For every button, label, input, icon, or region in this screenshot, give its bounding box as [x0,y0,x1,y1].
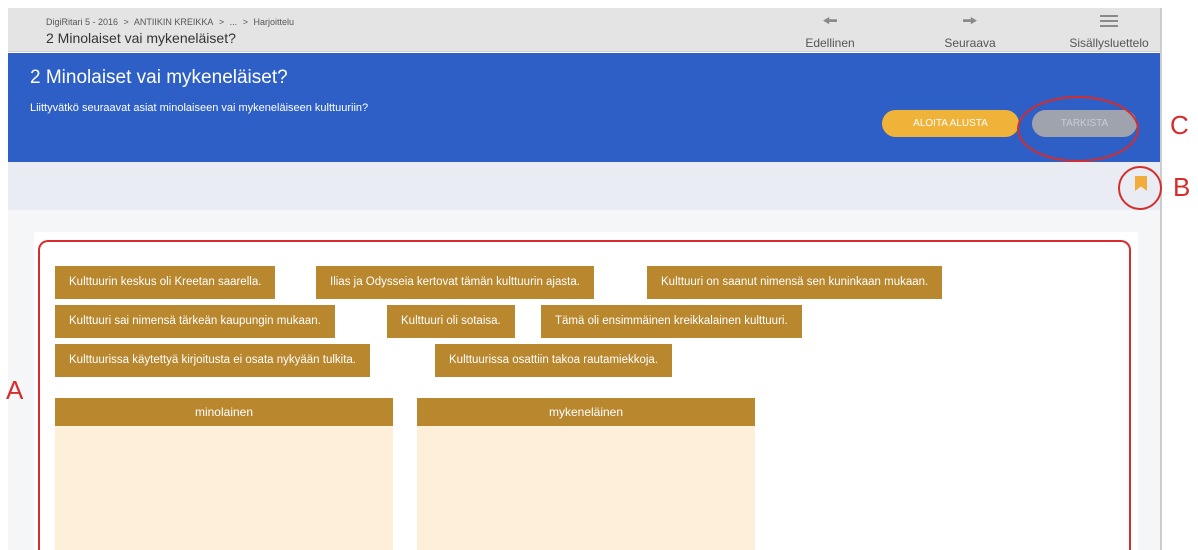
annotation-label-a: A [6,375,24,405]
breadcrumb-separator: > [123,17,129,27]
breadcrumb-separator: > [218,17,225,27]
table-of-contents-label: Sisällysluettelo [1069,36,1149,50]
annotation-circle-b [1118,166,1162,210]
exercise-title: 2 Minolaiset vai mykeneläiset? [30,67,288,88]
previous-label: Edellinen [805,36,855,50]
arrow-left-icon: 🠘 [822,11,838,31]
restart-button[interactable]: ALOITA ALUSTA [882,110,1019,137]
previous-button[interactable]: 🠘 Edellinen [775,8,885,52]
breadcrumb: DigiRitari 5 - 2016 > ANTIIKIN KREIKKA >… [46,17,297,27]
table-of-contents-button[interactable]: Sisällysluettelo [1054,8,1164,52]
breadcrumb-separator: > [242,17,248,27]
exercise-header: 2 Minolaiset vai mykeneläiset? Liittyvät… [8,53,1160,162]
annotation-label-c: C [1170,110,1189,140]
exercise-question: Liittyvätkö seuraavat asiat minolaiseen … [30,102,369,114]
toolbar-band [8,162,1160,210]
breadcrumb-item[interactable]: DigiRitari 5 - 2016 [46,17,118,27]
annotation-box-a [38,240,1131,550]
arrow-right-icon: 🠚 [962,11,978,31]
top-bar: DigiRitari 5 - 2016 > ANTIIKIN KREIKKA >… [8,8,1160,52]
annotation-ellipse-c [1017,96,1139,162]
next-button[interactable]: 🠚 Seuraava [915,8,1025,52]
scrollbar-edge [1160,8,1162,550]
annotation-label-b: B [1173,172,1191,202]
page-title: 2 Minolaiset vai mykeneläiset? [46,30,236,46]
breadcrumb-item[interactable]: ... [230,17,238,27]
breadcrumb-item[interactable]: ANTIIKIN KREIKKA [134,17,214,27]
breadcrumb-item[interactable]: Harjoittelu [253,17,294,27]
next-label: Seuraava [944,36,996,50]
menu-icon [1054,10,1164,32]
